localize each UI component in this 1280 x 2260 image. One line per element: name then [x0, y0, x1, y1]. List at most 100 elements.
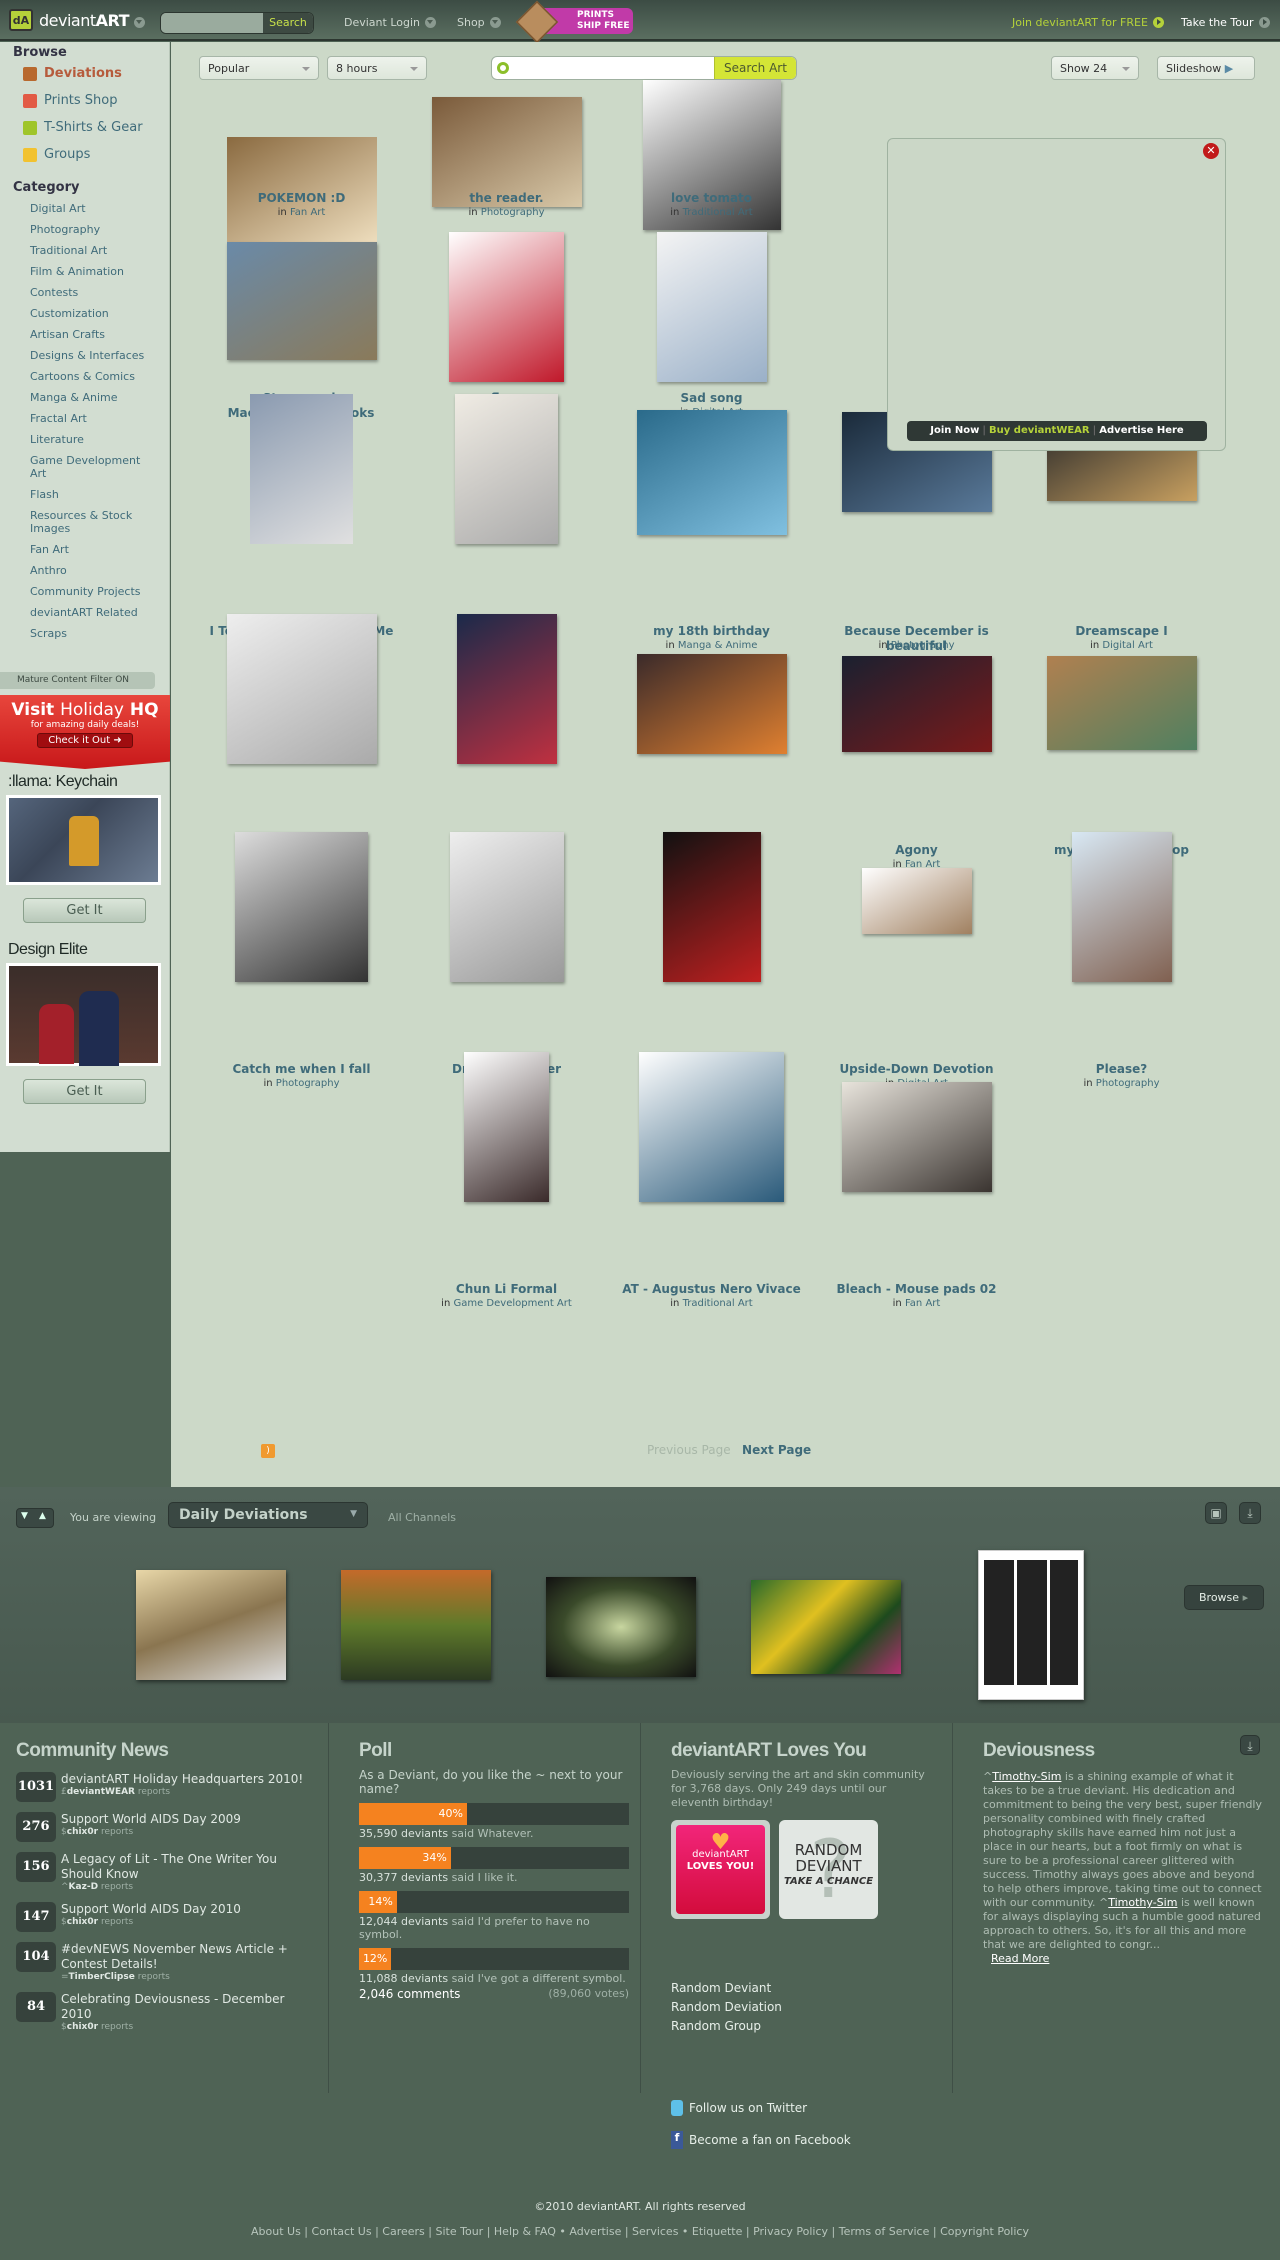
deviation-thumbnail[interactable]: [456, 614, 557, 764]
previous-page-link[interactable]: Previous Page: [647, 1443, 731, 1457]
category-link[interactable]: Community Projects: [0, 581, 150, 602]
rss-icon[interactable]: ): [261, 1444, 275, 1458]
deviation-title[interactable]: POKEMON :D: [199, 191, 404, 206]
category-link[interactable]: Photography: [0, 219, 150, 240]
poll-option-bar[interactable]: 40%: [359, 1803, 629, 1825]
user-link[interactable]: Timothy-Sim: [992, 1770, 1061, 1783]
deviation-thumbnail[interactable]: [235, 832, 368, 982]
news-title-link[interactable]: A Legacy of Lit - The One Writer You Sho…: [61, 1852, 316, 1882]
deviation-thumbnail[interactable]: [449, 232, 564, 382]
random-link[interactable]: Random Deviation: [671, 1998, 931, 2017]
deviation-thumbnail[interactable]: [841, 656, 992, 752]
category-link[interactable]: Literature: [0, 429, 150, 450]
footer-link[interactable]: Help & FAQ: [494, 2225, 556, 2238]
category-link[interactable]: Flash: [0, 484, 150, 505]
category-link[interactable]: Game Development Art: [453, 1298, 571, 1309]
footer-link[interactable]: Terms of Service: [839, 2225, 930, 2238]
llama-keychain-image[interactable]: [6, 795, 161, 885]
close-icon[interactable]: ✕: [1203, 143, 1219, 159]
author-link[interactable]: chix0r: [67, 1827, 98, 1837]
deviation-title[interactable]: Dreamscape I: [1019, 624, 1224, 639]
user-link[interactable]: Timothy-Sim: [1108, 1896, 1177, 1909]
take-tour-link[interactable]: Take the Tour: [1181, 16, 1270, 29]
deviantart-logo[interactable]: dA deviantART: [9, 9, 130, 31]
logo-menu-caret-icon[interactable]: [134, 17, 145, 28]
channel-select[interactable]: Daily Deviations ▼: [168, 1502, 368, 1528]
deviation-thumbnail[interactable]: [455, 394, 558, 544]
deviation-thumbnail[interactable]: [841, 1082, 992, 1192]
daily-deviation-thumbnail[interactable]: [751, 1580, 901, 1674]
deviation-thumbnail[interactable]: [250, 394, 353, 544]
category-link[interactable]: Resources & Stock Images: [0, 505, 150, 539]
daily-deviation-thumbnail[interactable]: [978, 1550, 1084, 1700]
category-link[interactable]: Fractal Art: [0, 408, 150, 429]
category-link[interactable]: Film & Animation: [0, 261, 150, 282]
deviation-title[interactable]: Please?: [1019, 1062, 1224, 1077]
deviation-thumbnail[interactable]: [226, 242, 377, 360]
poll-option-bar[interactable]: 14%: [359, 1891, 629, 1913]
deviation-title[interactable]: Upside-Down Devotion: [814, 1062, 1019, 1077]
deviation-thumbnail[interactable]: [1046, 656, 1197, 750]
random-link[interactable]: Random Group: [671, 2017, 931, 2036]
category-link[interactable]: Designs & Interfaces: [0, 345, 150, 366]
all-channels-link[interactable]: All Channels: [388, 1511, 456, 1524]
random-link[interactable]: Random Deviant: [671, 1979, 931, 1998]
holiday-hq-banner[interactable]: Visit Holiday HQ for amazing daily deals…: [0, 695, 170, 769]
deviation-title[interactable]: my 18th birthday: [609, 624, 814, 639]
footer-link[interactable]: Copyright Policy: [940, 2225, 1029, 2238]
footer-link[interactable]: Advertise: [569, 2225, 621, 2238]
search-art-button[interactable]: Search Art: [714, 57, 796, 79]
prints-ship-free-promo[interactable]: PRINTS SHIP FREE: [515, 0, 635, 44]
deviation-thumbnail[interactable]: [226, 614, 377, 764]
deviation-thumbnail[interactable]: [662, 832, 761, 982]
next-page-link[interactable]: Next Page: [742, 1443, 811, 1457]
deviation-thumbnail[interactable]: [449, 832, 564, 982]
daily-deviation-thumbnail[interactable]: [546, 1577, 696, 1677]
buy-deviantwear-link[interactable]: Buy deviantWEAR: [989, 425, 1090, 436]
category-link[interactable]: Photography: [276, 1078, 340, 1089]
category-link[interactable]: Game Development Art: [0, 450, 150, 484]
deviation-thumbnail[interactable]: [656, 232, 767, 382]
author-link[interactable]: chix0r: [67, 1917, 98, 1927]
facebook-link[interactable]: f Become a fan on Facebook: [671, 2131, 931, 2149]
deviation-thumbnail[interactable]: [636, 410, 787, 535]
author-link[interactable]: TimberClipse: [69, 1972, 135, 1982]
comments-link[interactable]: 2,046 comments: [359, 1987, 460, 2001]
deviation-thumbnail[interactable]: [1071, 832, 1172, 982]
news-title-link[interactable]: Support World AIDS Day 2010: [61, 1902, 241, 1917]
news-title-link[interactable]: Support World AIDS Day 2009: [61, 1812, 241, 1827]
mature-filter-toggle[interactable]: Mature Content Filter ON: [0, 672, 155, 689]
sidebar-item-groups[interactable]: Groups: [0, 141, 169, 168]
sidebar-item-prints-shop[interactable]: Prints Shop: [0, 87, 169, 114]
footer-link[interactable]: About Us: [251, 2225, 301, 2238]
poll-option-bar[interactable]: 12%: [359, 1948, 629, 1970]
deviation-thumbnail[interactable]: [464, 1052, 549, 1202]
top-search-button[interactable]: Search: [263, 13, 313, 33]
deviant-login-link[interactable]: Deviant Login: [344, 16, 437, 29]
category-link[interactable]: Anthro: [0, 560, 150, 581]
random-deviant-badge[interactable]: ? RANDOM DEVIANT TAKE A CHANCE: [779, 1820, 878, 1919]
deviation-thumbnail[interactable]: [636, 654, 787, 754]
category-link[interactable]: Customization: [0, 303, 150, 324]
shop-link[interactable]: Shop: [457, 16, 501, 29]
category-link[interactable]: Scraps: [0, 623, 150, 644]
deviation-title[interactable]: Sad song: [609, 391, 814, 406]
arrow-down-icon[interactable]: ▼: [21, 1511, 28, 1521]
design-elite-image[interactable]: [6, 963, 161, 1066]
author-link[interactable]: chix0r: [67, 2022, 98, 2032]
sidebar-item-deviations[interactable]: Deviations: [0, 60, 169, 87]
deviation-thumbnail[interactable]: [861, 868, 972, 934]
time-select[interactable]: 8 hours: [327, 56, 427, 80]
footer-link[interactable]: Etiquette: [692, 2225, 742, 2238]
footer-link[interactable]: Contact Us: [312, 2225, 372, 2238]
presentation-icon[interactable]: ▣: [1205, 1502, 1227, 1524]
category-link[interactable]: Contests: [0, 282, 150, 303]
news-title-link[interactable]: Celebrating Deviousness - December 2010: [61, 1992, 316, 2022]
footer-link[interactable]: Careers: [382, 2225, 425, 2238]
show-count-select[interactable]: Show 24: [1051, 56, 1139, 80]
category-link[interactable]: Digital Art: [1102, 640, 1152, 651]
category-link[interactable]: Traditional Art: [683, 207, 753, 218]
category-link[interactable]: Photography: [481, 207, 545, 218]
news-title-link[interactable]: deviantART Holiday Headquarters 2010!: [61, 1772, 303, 1787]
author-link[interactable]: deviantWEAR: [67, 1787, 135, 1797]
